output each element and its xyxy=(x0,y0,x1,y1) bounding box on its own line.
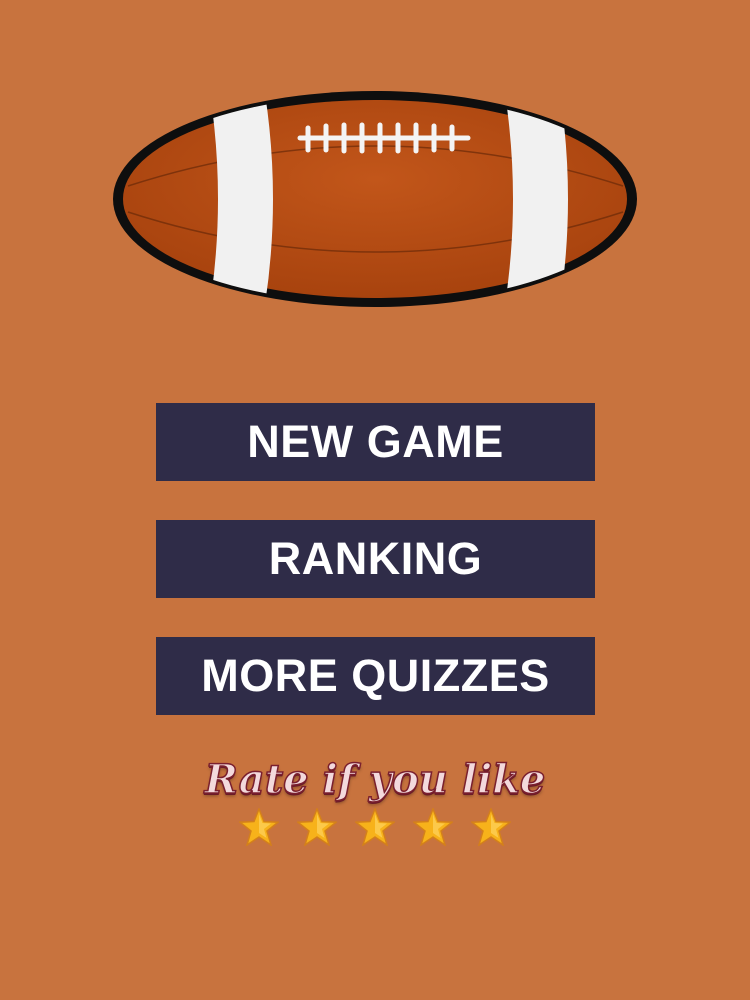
star-icon[interactable] xyxy=(413,808,453,846)
new-game-button[interactable]: NEW GAME xyxy=(156,403,595,481)
main-menu: NEW GAME RANKING MORE QUIZZES xyxy=(156,403,595,715)
rate-app-button[interactable]: Rate if you like xyxy=(175,752,575,846)
star-icon[interactable] xyxy=(239,808,279,846)
star-icon[interactable] xyxy=(355,808,395,846)
rate-label: Rate if you like xyxy=(204,755,546,804)
more-quizzes-button[interactable]: MORE QUIZZES xyxy=(156,637,595,715)
star-icon[interactable] xyxy=(471,808,511,846)
star-icon[interactable] xyxy=(297,808,337,846)
rating-stars[interactable] xyxy=(175,808,575,846)
football-logo-icon xyxy=(108,86,642,312)
ranking-button[interactable]: RANKING xyxy=(156,520,595,598)
